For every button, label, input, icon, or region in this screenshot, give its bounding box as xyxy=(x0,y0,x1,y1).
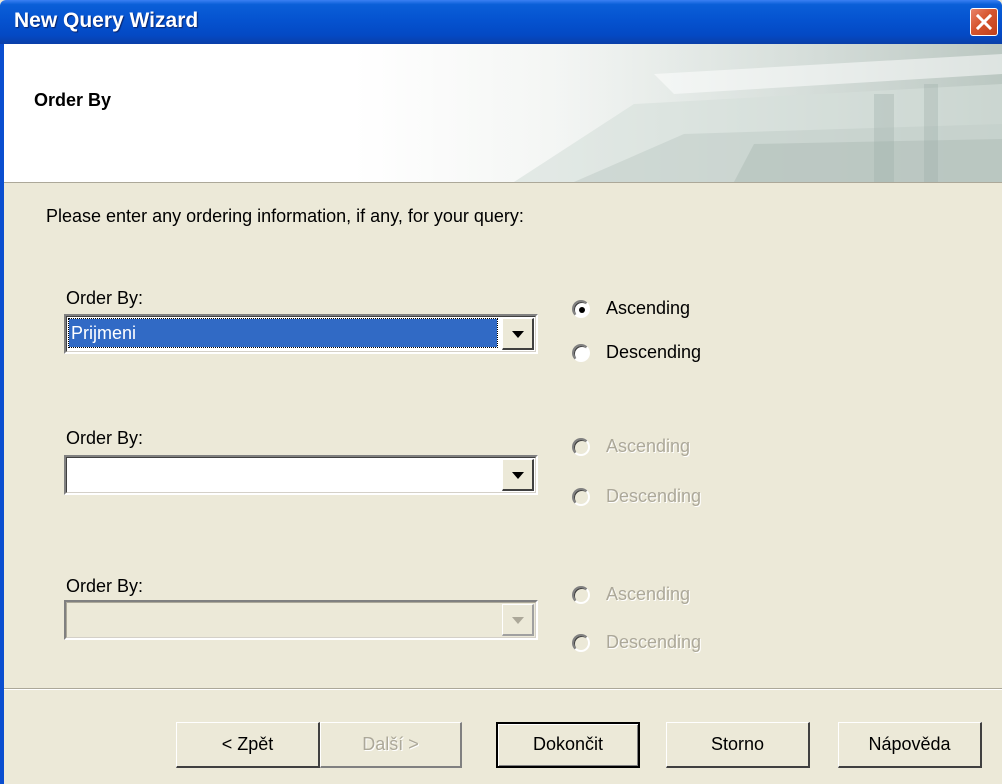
close-icon xyxy=(975,13,993,31)
window-title: New Query Wizard xyxy=(14,9,199,32)
order-by-select-2-dropdown-button[interactable] xyxy=(502,459,534,491)
chevron-down-icon xyxy=(512,617,524,624)
page-title: Order By xyxy=(34,90,112,110)
order-by-select-1-dropdown-button[interactable] xyxy=(502,318,534,350)
next-button: Další > xyxy=(320,722,462,768)
ascending-label-3: Ascending xyxy=(606,584,691,604)
descending-label-3: Descending xyxy=(606,632,702,652)
order-by-select-1-value: Prijmeni xyxy=(68,318,498,348)
close-button[interactable] xyxy=(970,8,998,36)
order-by-select-3-dropdown-button xyxy=(502,604,534,636)
order-by-select-1[interactable]: Prijmeni xyxy=(64,314,538,354)
order-by-label-2: Order By: xyxy=(66,428,144,448)
order-by-select-3 xyxy=(64,600,538,640)
wizard-header: Order By xyxy=(4,44,1002,183)
finish-button[interactable]: Dokončit xyxy=(496,722,640,768)
cancel-button[interactable]: Storno xyxy=(666,722,810,768)
chevron-down-icon xyxy=(512,331,524,338)
separator xyxy=(4,688,1002,690)
instructions-text: Please enter any ordering information, i… xyxy=(46,206,524,226)
title-bar[interactable]: New Query Wizard xyxy=(0,0,1002,44)
order-by-select-2-value xyxy=(69,460,497,488)
order-by-select-3-value xyxy=(69,605,497,633)
chevron-down-icon xyxy=(512,472,524,479)
back-button[interactable]: < Zpět xyxy=(176,722,320,768)
descending-label-1: Descending xyxy=(606,342,702,362)
descending-label-2: Descending xyxy=(606,486,702,506)
order-by-select-2[interactable] xyxy=(64,455,538,495)
header-banner-image xyxy=(454,44,1002,182)
ascending-label-1: Ascending xyxy=(606,298,691,318)
order-by-label-1: Order By: xyxy=(66,288,144,308)
ascending-label-2: Ascending xyxy=(606,436,691,456)
help-button[interactable]: Nápověda xyxy=(838,722,982,768)
radio-selected-dot xyxy=(579,307,585,313)
order-by-label-3: Order By: xyxy=(66,576,144,596)
